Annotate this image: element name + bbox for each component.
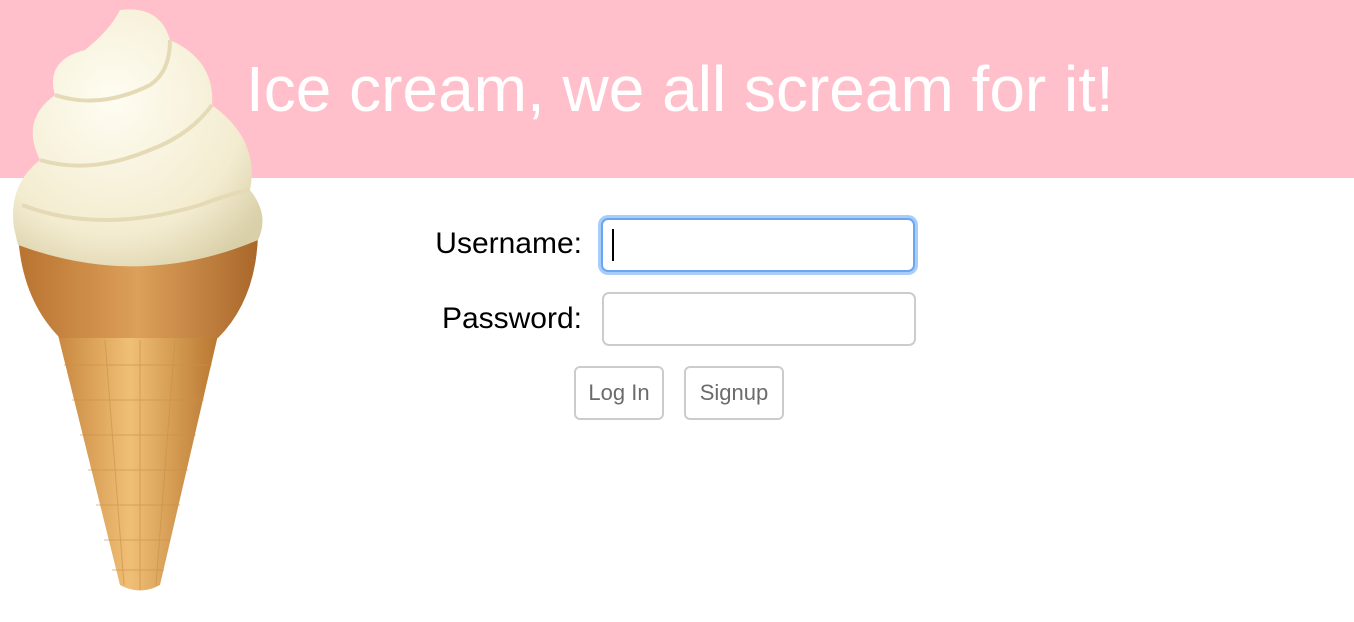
- text-cursor: [612, 229, 614, 261]
- login-page: Ice cream, we all scream for it! Usernam…: [0, 0, 1354, 622]
- username-label: Username:: [435, 227, 582, 260]
- ice-cream-cone-icon: [13, 9, 263, 591]
- username-input[interactable]: [601, 218, 915, 272]
- password-label: Password:: [441, 302, 582, 335]
- signup-button[interactable]: Signup: [684, 366, 784, 420]
- login-button[interactable]: Log In: [574, 366, 664, 420]
- password-input[interactable]: [602, 292, 916, 346]
- page-title: Ice cream, we all scream for it!: [246, 53, 1114, 125]
